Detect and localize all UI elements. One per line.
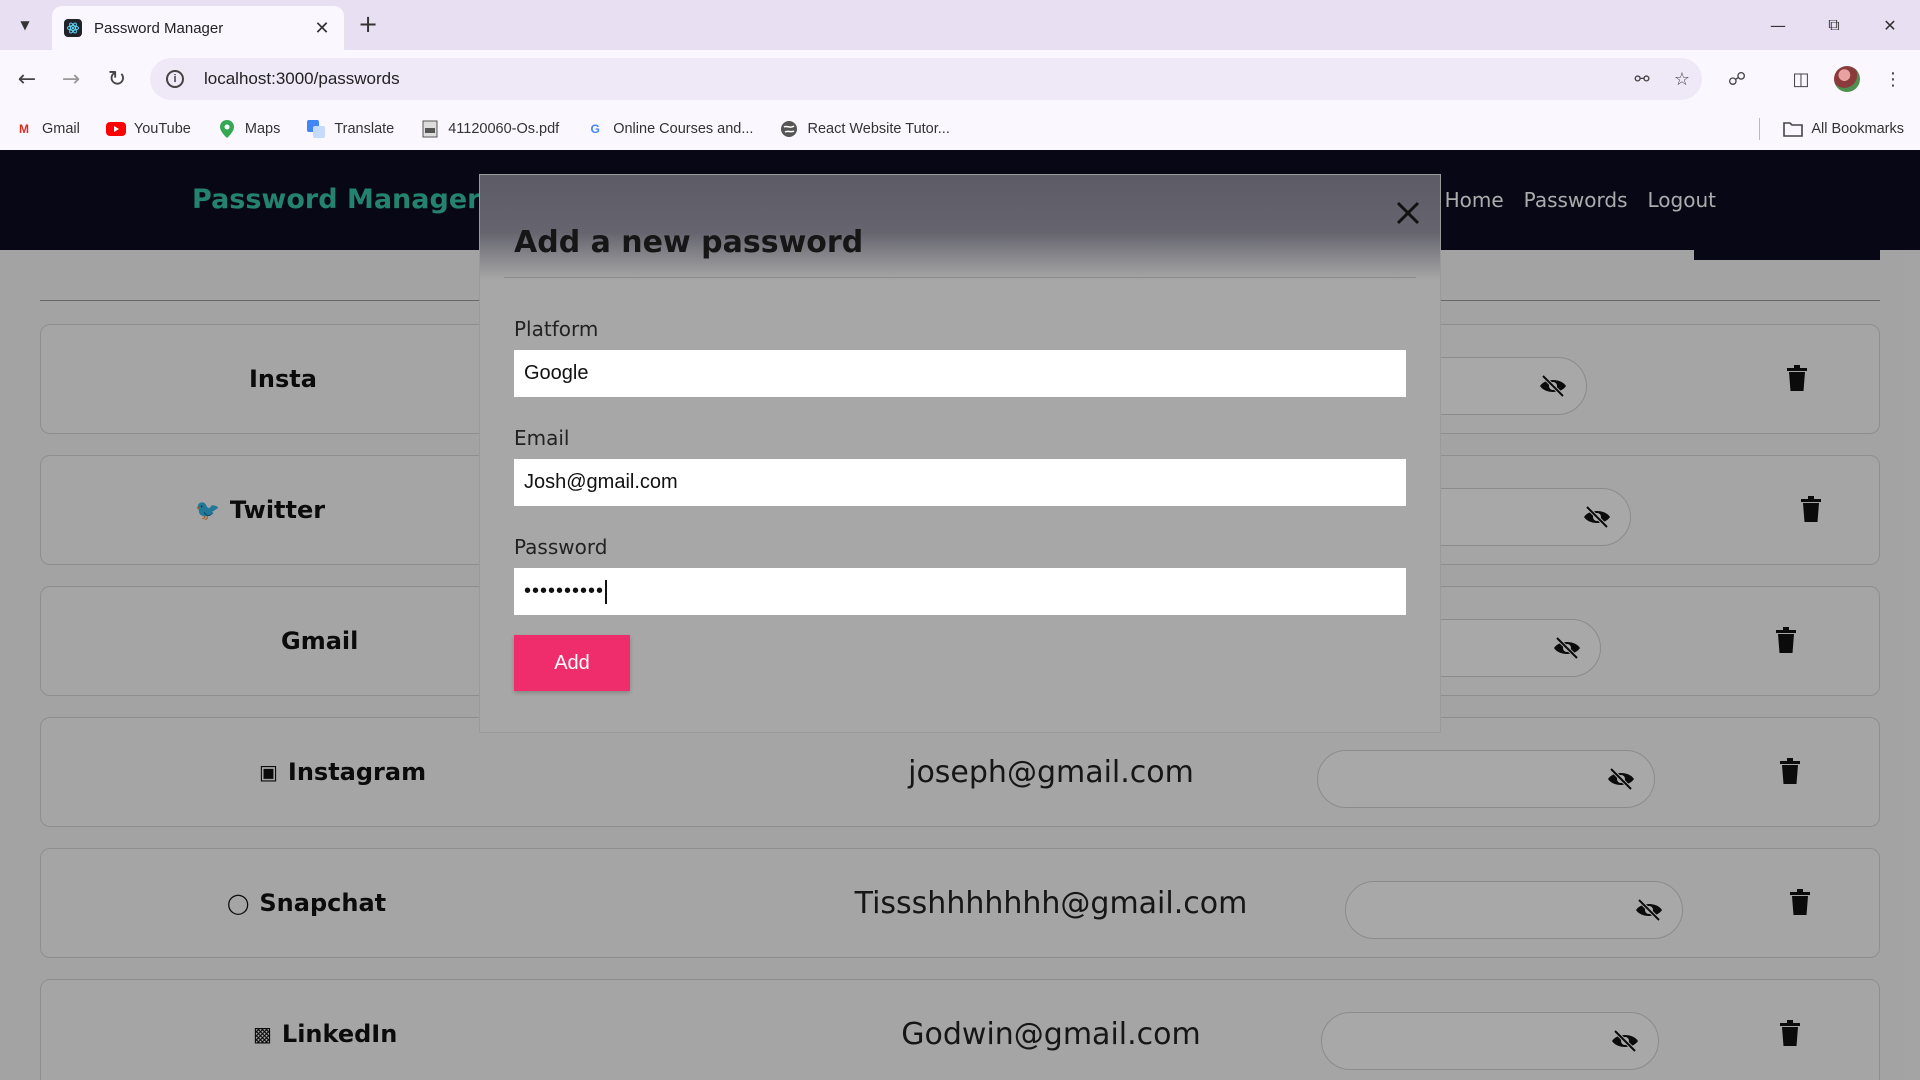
reload-icon[interactable]: ↻	[102, 64, 132, 94]
forward-icon[interactable]: →	[56, 64, 86, 94]
all-bookmarks-button[interactable]: All Bookmarks	[1783, 108, 1904, 150]
gmail-icon: M	[19, 122, 29, 136]
tab-close-icon[interactable]: ✕	[312, 18, 332, 39]
bookmark-youtube[interactable]: YouTube	[105, 121, 191, 137]
minimize-icon[interactable]: —	[1758, 10, 1798, 40]
browser-tab[interactable]: Password Manager ✕	[52, 6, 344, 50]
browser-toolbar: ← → ↻ i localhost:3000/passwords ⚯ ☆ ☍ ◫…	[0, 50, 1920, 108]
maps-icon	[217, 120, 237, 138]
bookmark-pdf[interactable]: 41120060-Os.pdf	[420, 120, 560, 138]
platform-label: Platform	[514, 317, 599, 341]
bookmark-gmail[interactable]: M Gmail	[14, 121, 80, 137]
bookmark-label: 41120060-Os.pdf	[448, 121, 560, 137]
restore-icon[interactable]: ⧉	[1814, 10, 1854, 40]
side-panel-icon[interactable]: ◫	[1784, 64, 1818, 94]
address-bar[interactable]: i localhost:3000/passwords ⚯ ☆	[150, 58, 1702, 100]
text-caret	[605, 579, 608, 604]
menu-kebab-icon[interactable]: ⋮	[1876, 64, 1910, 94]
modal-title: Add a new password	[514, 225, 864, 260]
url-text[interactable]: localhost:3000/passwords	[204, 69, 1622, 89]
email-value: Josh@gmail.com	[524, 471, 678, 493]
bookmark-label: Gmail	[42, 121, 80, 137]
bookmark-translate[interactable]: Translate	[306, 120, 395, 138]
bookmark-label: Online Courses and...	[613, 121, 754, 137]
bookmark-label: React Website Tutor...	[807, 121, 950, 137]
tab-title: Password Manager	[94, 19, 224, 37]
tab-search-chevron-icon[interactable]: ▼	[12, 13, 38, 37]
bookmark-star-icon[interactable]: ☆	[1662, 69, 1702, 90]
youtube-icon	[105, 121, 126, 137]
google-icon: G	[590, 122, 600, 136]
password-label: Password	[514, 535, 608, 559]
platform-input[interactable]: Google	[514, 350, 1406, 397]
platform-value: Google	[524, 362, 589, 384]
avatar	[1834, 66, 1860, 92]
add-button[interactable]: Add	[514, 635, 630, 691]
bookmarks-bar: M Gmail YouTube Maps Translate 41120060-O…	[0, 108, 1920, 150]
add-password-modal: Add a new password Platform Google Email…	[480, 175, 1440, 732]
all-bookmarks-label: All Bookmarks	[1811, 121, 1904, 137]
bookmark-react-tutorial[interactable]: React Website Tutor...	[779, 121, 950, 137]
translate-icon	[306, 120, 326, 138]
password-input[interactable]: ••••••••••	[514, 568, 1406, 615]
modal-divider	[504, 277, 1416, 278]
extensions-icon[interactable]: ☍	[1720, 64, 1754, 94]
bookmark-label: Maps	[244, 121, 281, 137]
bookmark-online-courses[interactable]: G Online Courses and...	[585, 121, 754, 137]
bookmarks-divider	[1759, 118, 1760, 140]
window-close-icon[interactable]: ✕	[1870, 10, 1910, 40]
new-tab-icon[interactable]: +	[354, 11, 382, 39]
back-icon[interactable]: ←	[12, 64, 42, 94]
react-favicon-icon	[64, 19, 82, 37]
password-value: ••••••••••	[524, 580, 605, 602]
email-label: Email	[514, 426, 570, 450]
bookmark-label: YouTube	[133, 121, 191, 137]
site-info-icon[interactable]: i	[166, 70, 184, 88]
email-input[interactable]: Josh@gmail.com	[514, 459, 1406, 506]
pdf-icon	[420, 120, 440, 138]
close-icon[interactable]	[1392, 197, 1424, 229]
folder-icon	[1783, 121, 1804, 137]
globe-icon	[779, 121, 799, 137]
profile-avatar[interactable]	[1830, 64, 1864, 94]
bookmark-maps[interactable]: Maps	[217, 120, 281, 138]
browser-tab-strip: ▼ Password Manager ✕ + — ⧉ ✕	[0, 0, 1920, 50]
bookmark-label: Translate	[334, 121, 395, 137]
password-key-icon[interactable]: ⚯	[1622, 69, 1662, 90]
page-viewport: Password Manager Home Passwords Logout I…	[0, 150, 1920, 1080]
